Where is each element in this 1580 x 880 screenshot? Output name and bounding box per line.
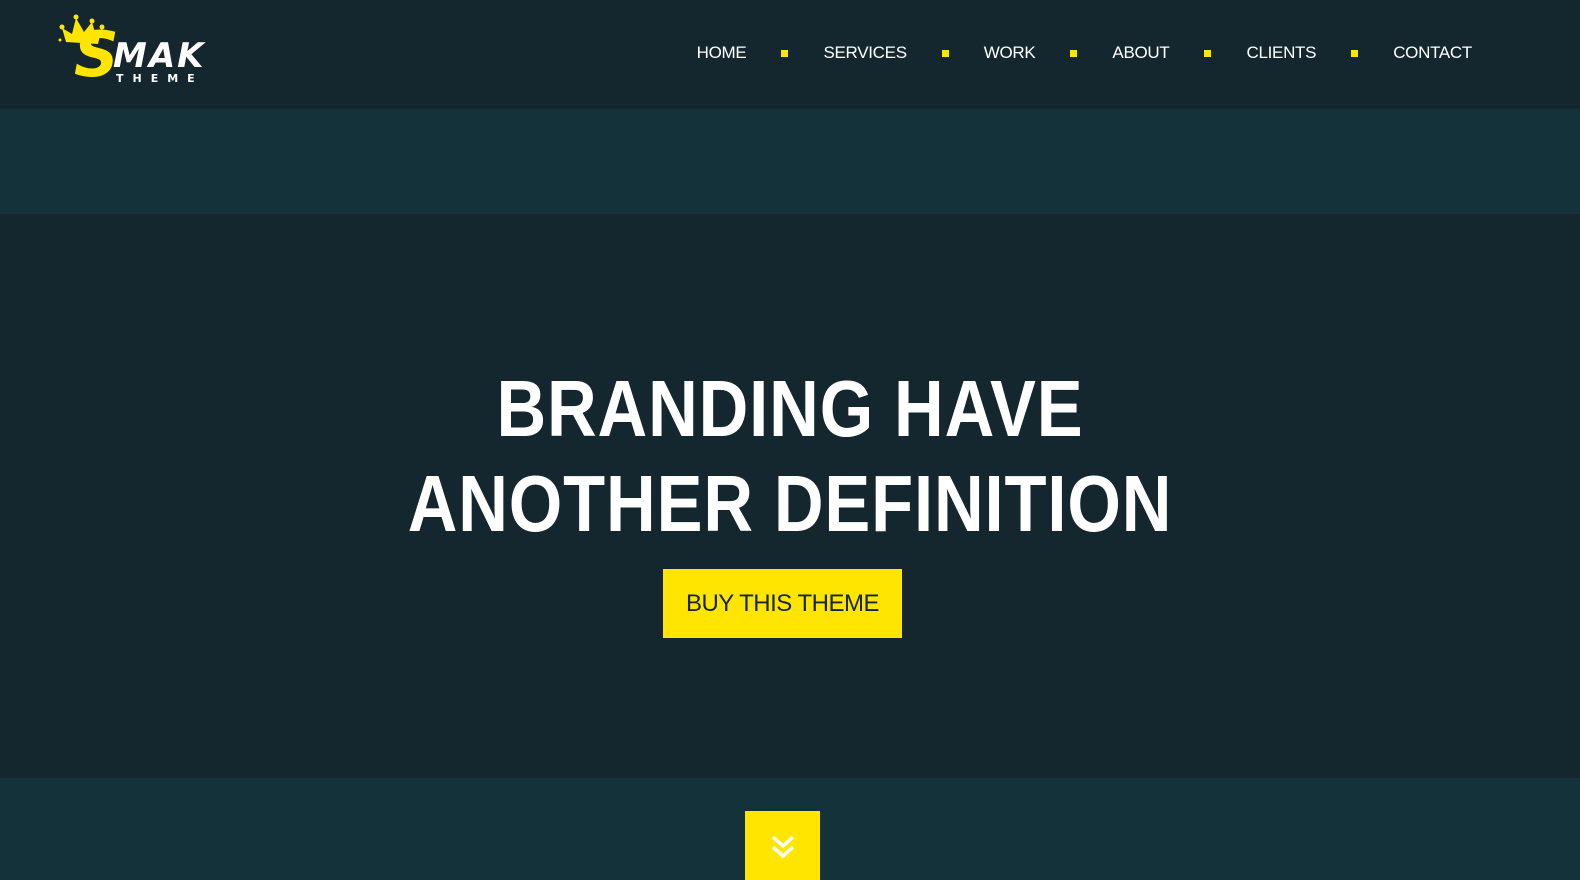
nav-separator (1204, 49, 1212, 57)
logo[interactable]: S MAK THEME (58, 12, 204, 91)
top-band (0, 109, 1580, 214)
nav-separator (1070, 49, 1078, 57)
nav-item-about[interactable]: ABOUT (1112, 43, 1169, 63)
nav-separator (1351, 49, 1359, 57)
nav-item-work[interactable]: WORK (984, 43, 1036, 63)
hero-title: BRANDING HAVE ANOTHER DEFINITION (111, 361, 1470, 551)
hero-title-line-2: ANOTHER DEFINITION (407, 459, 1173, 548)
nav-item-home[interactable]: HOME (697, 43, 747, 63)
nav-item-services[interactable]: SERVICES (823, 43, 907, 63)
double-chevron-down-icon (771, 835, 794, 859)
buy-theme-button[interactable]: BUY THIS THEME (663, 569, 902, 638)
logo-initial: S (74, 18, 119, 91)
site-header: S MAK THEME HOME SERVICES WORK ABOUT CLI… (0, 0, 1580, 109)
hero-section: BRANDING HAVE ANOTHER DEFINITION BUY THI… (0, 214, 1580, 778)
hero-title-line-1: BRANDING HAVE (496, 364, 1084, 453)
main-nav: HOME SERVICES WORK ABOUT CLIENTS CONTACT (697, 38, 1473, 68)
page: S MAK THEME HOME SERVICES WORK ABOUT CLI… (0, 0, 1580, 880)
nav-item-clients[interactable]: CLIENTS (1246, 43, 1316, 63)
scroll-down-button[interactable] (745, 811, 820, 880)
bottom-band (0, 778, 1580, 880)
nav-item-contact[interactable]: CONTACT (1393, 43, 1472, 63)
logo-wordmark: MAK (113, 36, 206, 76)
nav-separator (941, 49, 949, 57)
nav-separator (781, 49, 789, 57)
logo-subtitle: THEME (116, 72, 204, 85)
